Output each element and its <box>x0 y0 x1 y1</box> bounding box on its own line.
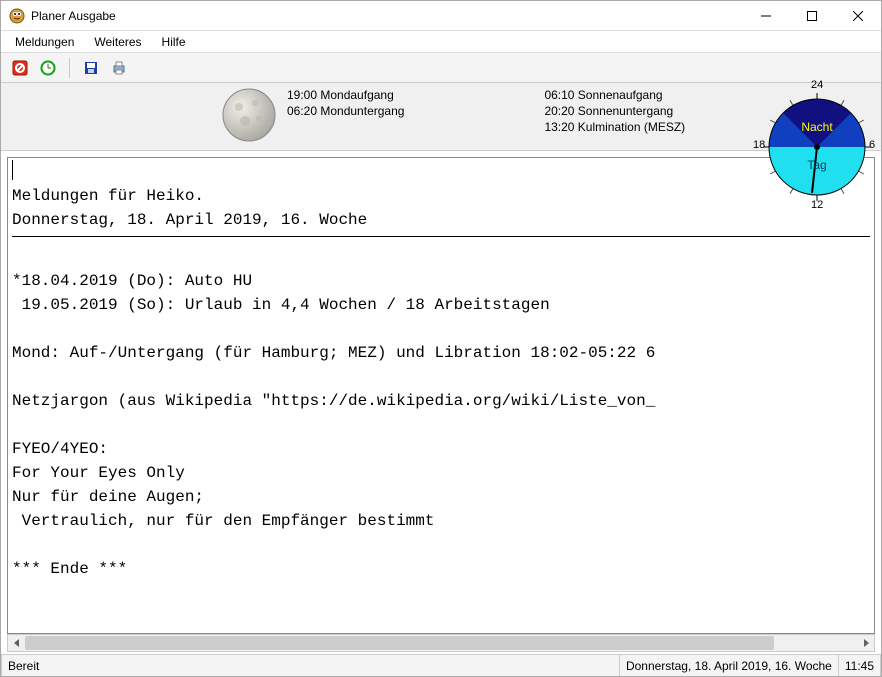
menu-weiteres[interactable]: Weiteres <box>84 33 151 51</box>
content-separator <box>12 236 870 237</box>
moon-set-label: 06:20 Monduntergang <box>287 103 404 119</box>
content-header2: Donnerstag, 18. April 2019, 16. Woche <box>12 211 367 229</box>
content-f1: FYEO/4YEO: <box>12 440 108 458</box>
day-night-clock: Nacht Tag 24 6 12 18 <box>757 87 877 207</box>
sun-text: 06:10 Sonnenaufgang 20:20 Sonnenuntergan… <box>544 83 685 135</box>
moon-rise-label: 19:00 Mondaufgang <box>287 87 404 103</box>
moon-icon <box>221 87 277 143</box>
maximize-button[interactable] <box>789 1 835 31</box>
day-label: Tag <box>807 158 826 172</box>
save-button[interactable] <box>78 56 104 80</box>
status-time: 11:45 <box>839 655 881 676</box>
content-f2: For Your Eyes Only <box>12 464 185 482</box>
status-left: Bereit <box>1 655 620 676</box>
content-f3: Nur für deine Augen; <box>12 488 204 506</box>
content-event1: *18.04.2019 (Do): Auto HU <box>12 272 252 290</box>
astro-strip: 19:00 Mondaufgang 06:20 Monduntergang 06… <box>1 83 881 151</box>
scroll-left-icon[interactable] <box>8 635 25 651</box>
content-wrap: Meldungen für Heiko. Donnerstag, 18. Apr… <box>1 151 881 654</box>
save-icon <box>83 60 99 76</box>
night-label: Nacht <box>801 120 833 134</box>
print-button[interactable] <box>106 56 132 80</box>
statusbar: Bereit Donnerstag, 18. April 2019, 16. W… <box>1 654 881 676</box>
scroll-right-icon[interactable] <box>857 635 874 651</box>
content-header1: Meldungen für Heiko. <box>12 187 204 205</box>
stop-button[interactable] <box>7 56 33 80</box>
clock-button[interactable] <box>35 56 61 80</box>
stop-icon <box>12 60 28 76</box>
content-end: *** Ende *** <box>12 560 127 578</box>
menu-meldungen[interactable]: Meldungen <box>5 33 84 51</box>
content-wiki: Netzjargon (aus Wikipedia "https://de.wi… <box>12 392 655 410</box>
output-textarea[interactable]: Meldungen für Heiko. Donnerstag, 18. Apr… <box>7 157 875 634</box>
app-icon <box>9 8 25 24</box>
toolbar <box>1 53 881 83</box>
content-moon: Mond: Auf-/Untergang (für Hamburg; MEZ) … <box>12 344 655 362</box>
sun-rise-label: 06:10 Sonnenaufgang <box>544 87 685 103</box>
moon-text: 19:00 Mondaufgang 06:20 Monduntergang <box>287 87 404 119</box>
horizontal-scrollbar[interactable] <box>7 634 875 652</box>
sun-set-label: 20:20 Sonnenuntergang <box>544 103 685 119</box>
toolbar-separator <box>69 58 70 78</box>
clock-label-18: 18 <box>753 139 765 151</box>
clock-label-6: 6 <box>869 139 875 151</box>
window-title: Planer Ausgabe <box>31 9 116 23</box>
menubar: Meldungen Weiteres Hilfe <box>1 31 881 53</box>
content-event2: 19.05.2019 (So): Urlaub in 4,4 Wochen / … <box>12 296 550 314</box>
clock-icon <box>40 60 56 76</box>
minimize-button[interactable] <box>743 1 789 31</box>
clock-label-12: 12 <box>811 199 823 211</box>
clock-label-24: 24 <box>811 79 823 91</box>
titlebar: Planer Ausgabe <box>1 1 881 31</box>
content-f4: Vertraulich, nur für den Empfänger besti… <box>12 512 434 530</box>
culmination-label: 13:20 Kulmination (MESZ) <box>544 119 685 135</box>
scroll-thumb[interactable] <box>25 636 774 650</box>
print-icon <box>111 60 127 76</box>
status-date: Donnerstag, 18. April 2019, 16. Woche <box>620 655 839 676</box>
close-button[interactable] <box>835 1 881 31</box>
scroll-track[interactable] <box>25 635 857 651</box>
menu-hilfe[interactable]: Hilfe <box>152 33 196 51</box>
